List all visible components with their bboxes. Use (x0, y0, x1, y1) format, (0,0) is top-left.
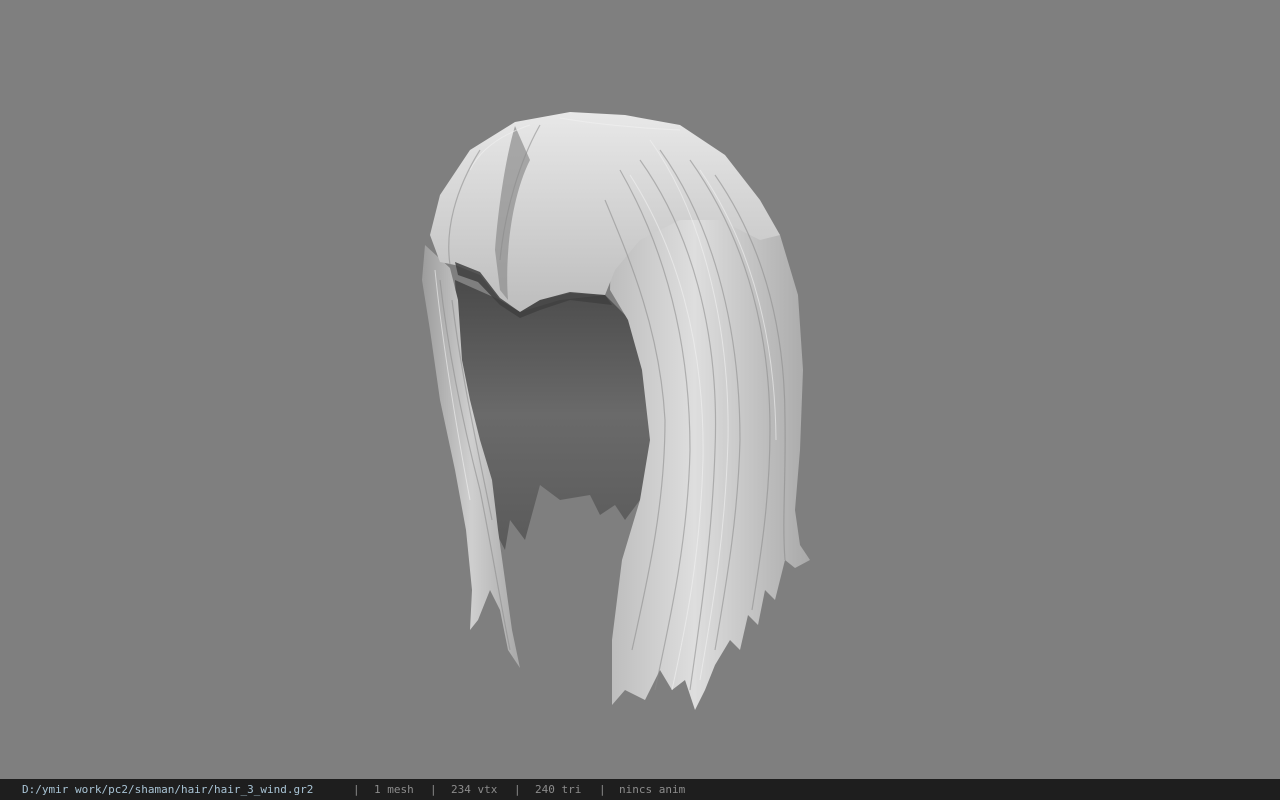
status-separator: | (430, 783, 437, 796)
mesh-count-label: 1 mesh (374, 783, 414, 796)
animation-status-label: nincs anim (619, 783, 686, 796)
vertex-count-label: 234 vtx (451, 783, 498, 796)
status-separator: | (353, 783, 360, 796)
status-bar: D:/ymir work/pc2/shaman/hair/hair_3_wind… (0, 779, 1280, 800)
triangle-count-label: 240 tri (535, 783, 582, 796)
3d-viewport[interactable] (0, 0, 1280, 779)
status-separator: | (599, 783, 606, 796)
hair-model-render (422, 112, 810, 710)
file-path-label: D:/ymir work/pc2/shaman/hair/hair_3_wind… (22, 783, 314, 796)
status-separator: | (514, 783, 521, 796)
